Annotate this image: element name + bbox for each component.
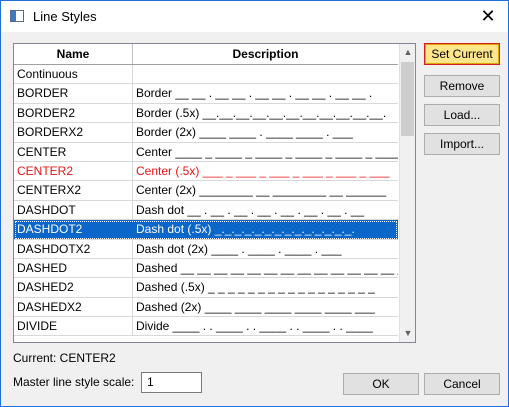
list-header: Name Description [14,44,398,65]
list-row[interactable]: DIVIDE Divide ____ . . ____ . . ____ . . … [14,317,398,337]
import-button[interactable]: Import... [424,133,500,155]
list-row[interactable]: BORDER2 Border (.5x) __.__.__.__.__.__.__… [14,103,398,124]
list-row-selected[interactable]: DASHDOT2 Dash dot (.5x) _._._._._._._._._… [14,220,398,240]
row-description: Border (.5x) __.__.__.__.__.__.__.__.__.… [136,105,387,120]
row-description: Center ____ _ ____ _ ____ _ ____ _ ____ … [136,144,398,159]
row-description: Border __ __ . __ __ . __ __ . __ __ . _… [136,86,373,101]
list-row[interactable]: CENTERX2 Center (2x) ________ __ ________… [14,181,398,201]
list-row[interactable]: DASHDOT Dash dot __ . __ . __ . __ . __ .… [14,200,398,221]
row-name: DIVIDE [14,317,133,336]
row-description: Dash dot (.5x) _._._._._._._._._._._._._… [136,222,355,237]
row-name: DASHDOT [14,200,133,220]
row-name: Continuous [14,65,133,84]
window-icon [10,10,24,22]
list-row[interactable]: DASHED Dashed __ __ __ __ __ __ __ __ __ … [14,258,398,279]
row-description: Border (2x) ____ ____ . ____ ____ . ___ [136,125,353,140]
row-name: CENTER2 [14,161,133,181]
row-name: CENTERX2 [14,181,133,200]
close-icon[interactable]: ✕ [477,5,499,27]
scale-input[interactable]: 1 [141,372,202,393]
ok-button[interactable]: OK [343,373,419,395]
line-styles-list[interactable]: Name Description Continuous BORDER Border… [13,43,416,343]
row-name: DASHDOTX2 [14,239,133,258]
list-row[interactable]: BORDER Border __ __ . __ __ . __ __ . __ … [14,84,398,104]
scroll-thumb[interactable] [401,62,414,136]
row-name: BORDER [14,84,133,103]
scroll-down-icon[interactable]: ▼ [400,325,415,342]
row-name: DASHDOT2 [14,220,133,239]
column-header-name[interactable]: Name [14,44,133,64]
list-row[interactable]: CENTER Center ____ _ ____ _ ____ _ ____ _… [14,142,398,162]
load-button[interactable]: Load... [424,104,500,126]
line-styles-dialog: Line Styles ✕ Name Description Continuou… [0,0,509,407]
window-title: Line Styles [33,9,97,24]
row-description: Dashed (2x) ____ ____ ____ ____ ____ ___ [136,299,375,314]
list-rows: Continuous BORDER Border __ __ . __ __ . … [14,65,398,337]
title-bar: Line Styles ✕ [1,1,508,32]
row-description: Center (.5x) ___ _ ___ _ ___ _ ___ _ ___… [136,163,390,178]
list-row[interactable]: DASHED2 Dashed (.5x) _ _ _ _ _ _ _ _ _ _ … [14,278,398,298]
row-description: Center (2x) ________ __ ________ __ ____… [136,183,387,198]
list-row-current[interactable]: CENTER2 Center (.5x) ___ _ ___ _ ___ _ __… [14,161,398,182]
scroll-up-icon[interactable]: ▲ [400,44,415,61]
scale-label: Master line style scale: [13,375,135,389]
row-name: DASHEDX2 [14,297,133,317]
current-style-label: Current: CENTER2 [13,351,116,365]
list-row[interactable]: Continuous [14,65,398,85]
row-name: BORDER2 [14,103,133,123]
list-row[interactable]: BORDERX2 Border (2x) ____ ____ . ____ ___… [14,123,398,143]
row-name: DASHED [14,258,133,278]
vertical-scrollbar[interactable]: ▲ ▼ [399,44,415,342]
set-current-button[interactable]: Set Current [424,43,500,65]
column-header-description[interactable]: Description [133,44,398,64]
row-description: Divide ____ . . ____ . . ____ . . ____ .… [136,319,373,334]
list-row[interactable]: DASHEDX2 Dashed (2x) ____ ____ ____ ____ … [14,297,398,318]
cancel-button[interactable]: Cancel [424,373,500,395]
row-name: BORDERX2 [14,123,133,142]
row-name: CENTER [14,142,133,161]
row-name: DASHED2 [14,278,133,297]
row-description: Dashed (.5x) _ _ _ _ _ _ _ _ _ _ _ _ _ _… [136,280,375,295]
row-description: Dashed __ __ __ __ __ __ __ __ __ __ __ … [136,260,398,275]
row-description: Dash dot (2x) ____ . ____ . ____ . ___ [136,241,342,256]
remove-button[interactable]: Remove [424,75,500,97]
list-row[interactable]: DASHDOTX2 Dash dot (2x) ____ . ____ . ___… [14,239,398,259]
row-description [133,65,398,83]
row-description: Dash dot __ . __ . __ . __ . __ . __ . _… [136,202,365,217]
